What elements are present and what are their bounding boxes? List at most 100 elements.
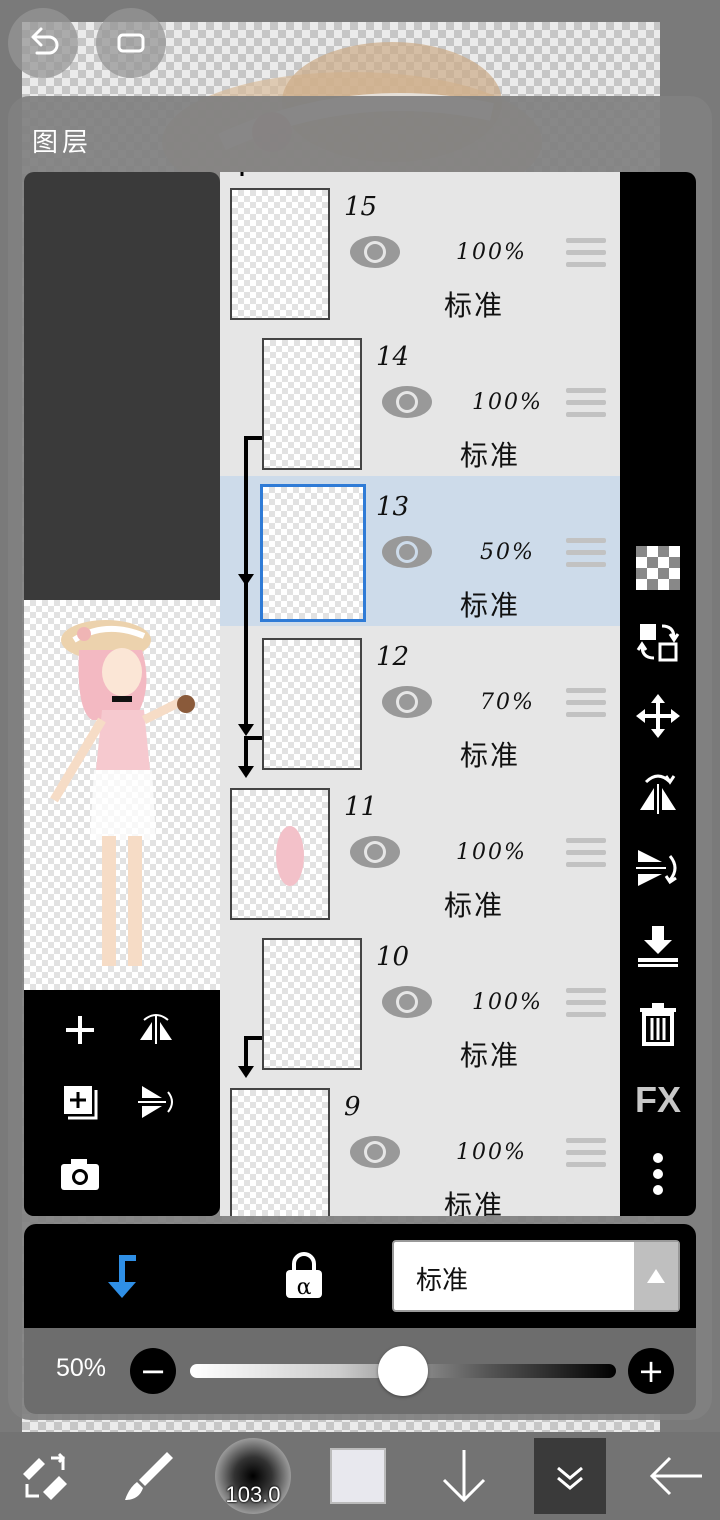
swap-layer-button[interactable] — [634, 618, 682, 666]
eye-icon[interactable] — [380, 382, 434, 422]
flip-vertical-icon — [138, 1086, 173, 1118]
svg-text:α: α — [297, 1275, 312, 1300]
flip-horizontal-button[interactable] — [132, 1006, 180, 1054]
layer-preview-area — [24, 172, 220, 1216]
move-icon — [636, 694, 680, 738]
clip-arrow-icon — [238, 436, 262, 586]
flip-horizontal-layer-button[interactable] — [634, 768, 682, 816]
layer-number: 10 — [376, 942, 410, 972]
layer-down-button[interactable] — [432, 1432, 496, 1520]
back-button[interactable] — [640, 1432, 712, 1520]
layer-row-selected[interactable]: 13 50% 标准 — [220, 476, 620, 627]
eye-icon[interactable] — [380, 682, 434, 722]
layer-thumbnail — [230, 188, 330, 320]
brush-size-label: 103.0 — [225, 1482, 281, 1507]
more-options-button[interactable] — [634, 1150, 682, 1198]
alpha-lock-button[interactable]: α — [278, 1250, 330, 1302]
clipping-toggle-button[interactable] — [96, 1250, 148, 1302]
camera-button[interactable] — [56, 1150, 104, 1198]
eye-icon[interactable] — [380, 982, 434, 1022]
drag-handle-icon[interactable] — [566, 988, 606, 1020]
fx-button[interactable]: FX — [634, 1076, 682, 1124]
eye-icon[interactable] — [380, 532, 434, 572]
layer-tools-sidebar: FX — [620, 172, 696, 1216]
layer-row[interactable]: 9 100% 标准 — [220, 1076, 620, 1216]
brush-tool-button[interactable] — [112, 1432, 182, 1520]
layer-number: 9 — [344, 1092, 361, 1122]
layer-opacity: 100% — [456, 840, 527, 865]
panel-title: 图层 — [32, 128, 93, 158]
layer-blend-mode: 标准 — [460, 739, 521, 772]
arrow-down-icon — [442, 1450, 486, 1503]
layer-row[interactable]: 14 100% 标准 — [220, 326, 620, 477]
drag-handle-icon[interactable] — [566, 388, 606, 420]
tool-switch-button[interactable] — [10, 1432, 80, 1520]
eye-icon[interactable] — [348, 832, 402, 872]
double-chevron-down-icon — [557, 1466, 583, 1490]
brush-icon — [125, 1452, 173, 1500]
undo-icon — [31, 27, 59, 55]
brush-size-button[interactable]: 103.0 — [210, 1432, 296, 1520]
layer-opacity: 100% — [472, 390, 543, 415]
drag-handle-icon[interactable] — [566, 238, 606, 270]
checkerboard-icon — [636, 546, 680, 590]
layer-opacity: 70% — [480, 690, 535, 715]
canvas-menu-button[interactable] — [96, 8, 166, 78]
opacity-bar: 50% − + — [24, 1328, 696, 1414]
layer-row[interactable]: 10 100% 标准 — [220, 926, 620, 1077]
undo-button[interactable] — [8, 8, 78, 78]
drag-handle-icon[interactable] — [566, 688, 606, 720]
layer-blend-mode: 标准 — [460, 1039, 521, 1072]
clipping-arrow-icon — [108, 1255, 136, 1298]
merge-down-button[interactable] — [634, 922, 682, 970]
flip-vertical-layer-button[interactable] — [634, 844, 682, 892]
flip-vertical-button[interactable] — [132, 1078, 180, 1126]
clip-arrow-icon — [238, 736, 262, 778]
move-button[interactable] — [634, 692, 682, 740]
transparent-fill-button[interactable] — [634, 544, 682, 592]
layer-row[interactable]: 11 100% 标准 — [220, 776, 620, 927]
layer-blend-mode: 标准 — [444, 289, 505, 322]
color-button[interactable] — [326, 1432, 390, 1520]
drag-handle-icon[interactable] — [566, 1138, 606, 1170]
opacity-increase-button[interactable]: + — [628, 1348, 674, 1394]
layer-number: 14 — [376, 342, 410, 372]
layer-thumbnail — [230, 788, 330, 920]
duplicate-layer-button[interactable] — [56, 1078, 104, 1126]
add-layer-button[interactable] — [56, 1006, 104, 1054]
layer-row[interactable]: 12 70% 标准 — [220, 626, 620, 777]
arrow-left-icon — [649, 1456, 702, 1496]
layer-opacity: 100% — [456, 240, 527, 265]
layer-list[interactable]: 15 100% 标准 14 100% 标准 13 50% 标准 12 70% 标… — [220, 172, 620, 1216]
layer-thumbnail — [260, 484, 366, 622]
layer-number: 11 — [344, 792, 378, 822]
opacity-slider-knob[interactable] — [378, 1346, 428, 1396]
eye-icon[interactable] — [348, 232, 402, 272]
canvas-preview[interactable] — [24, 600, 220, 990]
layer-number: 15 — [344, 192, 378, 222]
drag-handle-icon[interactable] — [566, 838, 606, 870]
layer-number: 12 — [376, 642, 410, 672]
tool-switch-icon — [23, 1452, 67, 1500]
layer-row[interactable]: 15 100% 标准 — [220, 176, 620, 327]
layer-panel: 图层 15 100% 标准 14 100% 标准 13 50% 标准 12 70… — [8, 96, 712, 1420]
layer-opacity: 100% — [472, 990, 543, 1015]
canvas-menu-icon — [117, 33, 145, 53]
more-vertical-icon — [653, 1153, 663, 1195]
blend-mode-select[interactable]: 标准 — [392, 1240, 680, 1312]
layer-blend-mode: 标准 — [460, 439, 521, 472]
preview-toolbar — [24, 990, 220, 1216]
color-swatch — [330, 1448, 386, 1504]
duplicate-icon — [64, 1086, 98, 1120]
camera-icon — [61, 1159, 99, 1190]
opacity-decrease-button[interactable]: − — [130, 1348, 176, 1394]
drag-handle-icon[interactable] — [566, 538, 606, 570]
clip-arrow-icon — [238, 582, 254, 736]
layer-thumbnail — [262, 338, 362, 470]
clip-arrow-icon — [238, 1036, 262, 1078]
eye-icon[interactable] — [348, 1132, 402, 1172]
layer-opacity: 100% — [456, 1140, 527, 1165]
flip-vertical-icon — [636, 850, 677, 886]
layer-panel-toggle-button[interactable] — [534, 1438, 606, 1514]
delete-layer-button[interactable] — [634, 1000, 682, 1048]
